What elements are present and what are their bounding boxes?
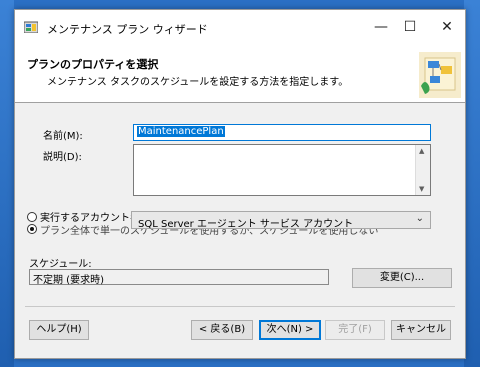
finish-button[interactable]: 完了(F): [325, 320, 385, 340]
wizard-app-icon: [24, 21, 38, 33]
scroll-up-icon[interactable]: ▲: [419, 147, 424, 155]
maximize-button[interactable]: ☐: [396, 16, 424, 38]
schedule-value: 不定期 (要求時): [33, 275, 104, 286]
change-schedule-button[interactable]: 変更(C)...: [352, 268, 452, 288]
name-input[interactable]: MaintenancePlan: [133, 124, 431, 141]
description-label: 説明(D):: [43, 152, 82, 163]
description-scrollbar[interactable]: ▲ ▼: [415, 145, 430, 195]
wizard-header: プランのプロパティを選択 メンテナンス タスクのスケジュールを設定する方法を指定…: [15, 44, 465, 103]
scroll-down-icon[interactable]: ▼: [419, 185, 424, 193]
help-button[interactable]: ヘルプ(H): [29, 320, 89, 340]
wizard-window: メンテナンス プラン ウィザード — ☐ ✕ プランのプロパティを選択 メンテナ…: [14, 9, 466, 359]
next-button[interactable]: 次へ(N) >: [259, 320, 321, 340]
footer-separator: [25, 306, 455, 307]
desktop-background-left: [0, 0, 14, 367]
chevron-down-icon: ⌄: [415, 213, 424, 224]
page-title: プランのプロパティを選択: [27, 58, 159, 71]
name-input-value: MaintenancePlan: [137, 126, 225, 137]
window-title: メンテナンス プラン ウィザード: [47, 23, 208, 36]
minimize-button[interactable]: —: [367, 16, 395, 38]
desktop-background-right: [464, 0, 480, 367]
schedule-label: スケジュール:: [29, 259, 92, 270]
back-button[interactable]: < 戻る(B): [191, 320, 253, 340]
run-as-combobox[interactable]: SQL Server エージェント サービス アカウント ⌄: [131, 211, 431, 230]
run-as-radio[interactable]: [27, 212, 37, 222]
single-schedule-radio[interactable]: [27, 224, 37, 234]
run-as-value: SQL Server エージェント サービス アカウント: [138, 219, 354, 230]
maintenance-plan-graphic: [419, 52, 461, 98]
page-subtitle: メンテナンス タスクのスケジュールを設定する方法を指定します。: [47, 77, 349, 88]
name-label: 名前(M):: [43, 131, 83, 142]
schedule-field: 不定期 (要求時): [29, 269, 329, 286]
cancel-button[interactable]: キャンセル: [391, 320, 451, 340]
description-textarea[interactable]: ▲ ▼: [133, 144, 431, 196]
close-button[interactable]: ✕: [433, 16, 461, 38]
title-bar[interactable]: メンテナンス プラン ウィザード — ☐ ✕: [15, 10, 465, 44]
